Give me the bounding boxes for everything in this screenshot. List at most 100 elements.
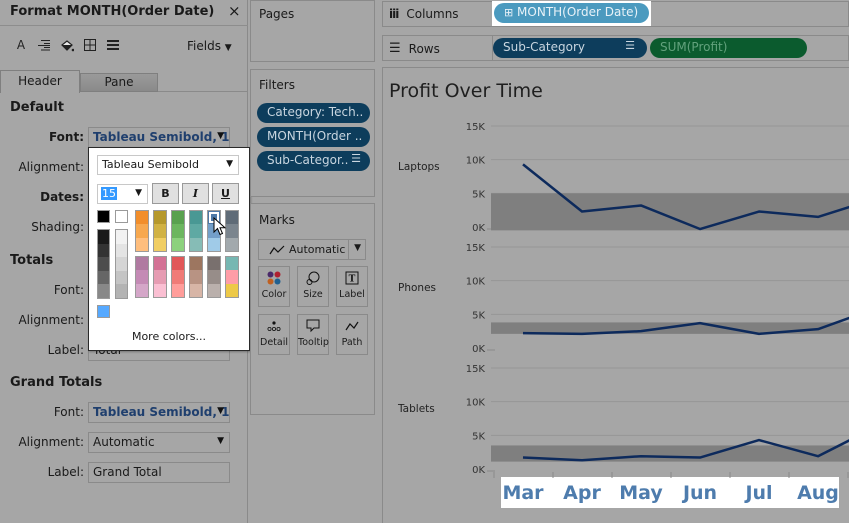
color-swatch[interactable] — [172, 237, 184, 251]
color-swatch[interactable] — [116, 230, 127, 244]
color-swatch[interactable] — [98, 284, 109, 298]
color-swatch-column[interactable] — [171, 210, 185, 252]
color-swatch[interactable] — [226, 211, 238, 225]
expand-icon: ⊞ — [504, 6, 514, 19]
color-swatch[interactable] — [116, 243, 127, 258]
color-swatch[interactable] — [172, 283, 184, 297]
marks-detail-button[interactable]: Detail — [258, 314, 290, 355]
tab-pane[interactable]: Pane — [80, 73, 158, 92]
marks-path-button[interactable]: Path — [336, 314, 368, 355]
color-swatch[interactable] — [98, 257, 109, 271]
tab-header[interactable]: Header — [0, 70, 80, 93]
color-swatch[interactable] — [226, 237, 238, 251]
color-swatch[interactable] — [172, 257, 184, 271]
color-swatch[interactable] — [208, 237, 220, 251]
filter-pill-subcategory[interactable]: Sub-Categor.. ☰ — [257, 151, 370, 171]
color-swatch[interactable] — [154, 257, 166, 271]
color-swatch[interactable] — [208, 257, 220, 271]
marks-tooltip-button[interactable]: Tooltip — [297, 314, 329, 355]
fields-dropdown[interactable]: Fields ▼ — [187, 39, 232, 53]
shading-icon[interactable] — [60, 38, 74, 52]
more-colors-link[interactable]: More colors... — [89, 330, 249, 343]
color-swatch[interactable] — [172, 224, 184, 238]
fields-label: Fields — [187, 39, 221, 53]
color-swatch[interactable] — [98, 270, 109, 285]
color-swatch-column[interactable] — [225, 210, 239, 252]
borders-icon[interactable] — [83, 38, 97, 52]
color-swatch[interactable] — [190, 211, 202, 225]
rows-pill-subcategory[interactable]: Sub-Category ☰ — [493, 38, 647, 58]
color-swatch[interactable] — [154, 270, 166, 284]
color-swatch[interactable] — [190, 224, 202, 238]
color-swatch[interactable] — [226, 270, 238, 284]
marks-size-button[interactable]: Size — [297, 266, 329, 307]
color-swatch[interactable] — [154, 237, 166, 251]
marks-label-button[interactable]: T Label — [336, 266, 368, 307]
color-swatch[interactable] — [136, 283, 148, 297]
color-swatch[interactable] — [116, 257, 127, 271]
color-swatch[interactable] — [116, 270, 127, 285]
filter-pill-category[interactable]: Category: Tech.. — [257, 103, 370, 123]
viz-area: Profit Over Time 15K 10K 5K 0K Laptops 15K 10K… — [382, 67, 849, 523]
color-swatch[interactable] — [226, 257, 238, 271]
color-swatch[interactable] — [98, 243, 109, 258]
color-swatch[interactable] — [172, 211, 184, 225]
color-swatch-column[interactable] — [135, 256, 149, 298]
color-swatch[interactable] — [136, 270, 148, 284]
filter-pill-label: MONTH(Order .. — [267, 129, 363, 143]
color-swatch[interactable] — [154, 211, 166, 225]
color-swatch-column[interactable] — [153, 256, 167, 298]
italic-button[interactable]: I — [182, 183, 209, 204]
grand-totals-alignment-dropdown[interactable]: Automatic ▼ — [88, 432, 230, 453]
grand-totals-font-dropdown[interactable]: Tableau Semibold, 1.. ▼ — [88, 402, 230, 423]
color-swatch-column[interactable] — [225, 256, 239, 298]
alignment-icon[interactable] — [37, 38, 51, 52]
lines-icon[interactable] — [106, 38, 120, 52]
marks-title: Marks — [259, 213, 295, 227]
grand-totals-label-input[interactable]: Grand Total — [88, 462, 230, 483]
color-swatch[interactable] — [190, 257, 202, 271]
default-dates-label: Dates: — [40, 190, 84, 204]
color-swatch[interactable] — [136, 257, 148, 271]
color-swatch-black[interactable] — [97, 210, 110, 223]
color-swatch[interactable] — [190, 283, 202, 297]
color-swatch[interactable] — [98, 230, 109, 244]
color-swatch-column[interactable] — [135, 210, 149, 252]
color-swatch-recent[interactable] — [97, 305, 110, 318]
y-tick-label: 5K — [472, 310, 485, 321]
gray-ramp-light[interactable] — [115, 229, 128, 299]
bold-button[interactable]: B — [152, 183, 179, 204]
font-family-dropdown[interactable]: Tableau Semibold ▼ — [97, 155, 239, 175]
color-swatch[interactable] — [136, 237, 148, 251]
color-swatch-column[interactable] — [153, 210, 167, 252]
rows-pill-sum-profit[interactable]: SUM(Profit) — [650, 38, 807, 58]
color-swatch[interactable] — [154, 283, 166, 297]
close-icon[interactable]: × — [228, 2, 241, 20]
default-font-dropdown[interactable]: Tableau Semibold, 1.. ▼ — [88, 127, 230, 148]
color-swatch[interactable] — [190, 270, 202, 284]
color-swatch-white[interactable] — [115, 210, 128, 223]
color-swatch[interactable] — [208, 270, 220, 284]
color-swatch-column[interactable] — [171, 256, 185, 298]
color-swatch-column[interactable] — [207, 256, 221, 298]
color-swatch[interactable] — [208, 283, 220, 297]
mark-type-dropdown[interactable]: Automatic ▼ — [258, 239, 366, 260]
filter-pill-month[interactable]: MONTH(Order .. — [257, 127, 370, 147]
font-icon[interactable]: A — [14, 38, 28, 52]
gray-ramp-dark[interactable] — [97, 229, 110, 299]
color-swatch[interactable] — [172, 270, 184, 284]
color-swatch[interactable] — [136, 211, 148, 225]
color-swatch-column[interactable] — [189, 256, 203, 298]
underline-button[interactable]: U — [212, 183, 239, 204]
color-swatch[interactable] — [226, 283, 238, 297]
marks-color-button[interactable]: Color — [258, 266, 290, 307]
color-swatch[interactable] — [154, 224, 166, 238]
color-swatch[interactable] — [116, 284, 127, 298]
color-swatch-column[interactable] — [189, 210, 203, 252]
color-swatch[interactable] — [190, 237, 202, 251]
x-tick-label: Aug — [797, 482, 839, 504]
columns-pill-month[interactable]: ⊞ MONTH(Order Date) — [494, 3, 649, 23]
font-size-dropdown[interactable]: 15 ▼ — [97, 184, 148, 204]
color-swatch[interactable] — [226, 224, 238, 238]
color-swatch[interactable] — [136, 224, 148, 238]
